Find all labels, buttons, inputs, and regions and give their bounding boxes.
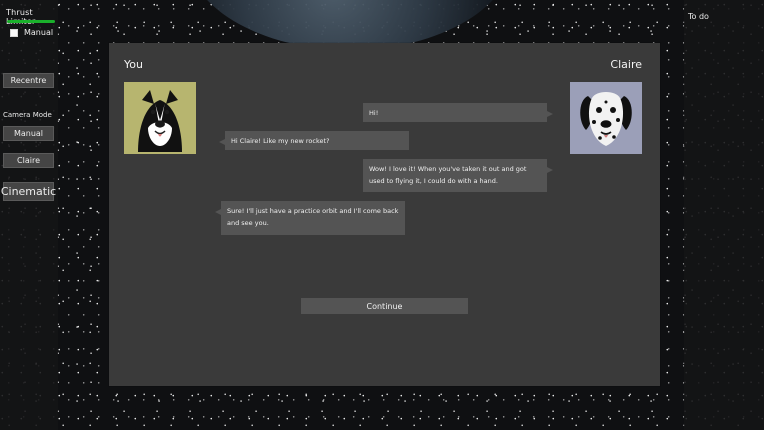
recentre-button[interactable]: Recentre [3,73,54,88]
camera-claire-button[interactable]: Claire [3,153,54,168]
message-bubble-you-1: Hi Claire! Like my new rocket? [219,131,409,150]
dialog-panel: You Claire Hi! Hi Claire! Like my new ro… [109,43,660,386]
continue-button[interactable]: Continue [301,298,468,314]
speaker-claire-label: Claire [610,58,642,71]
message-bubble-you-2: Sure! I'll just have a practice orbit an… [215,201,405,235]
claire-portrait [570,82,642,154]
camera-mode-label: Camera Mode [3,111,52,119]
speaker-you-label: You [124,58,143,71]
thrust-limiter-slider[interactable] [7,20,55,23]
message-bubble-claire-1: Hi! [363,103,553,122]
border-collie-portrait [124,82,196,154]
dalmatian-portrait [570,82,642,154]
left-control-panel: Thrust Limiter Manual Recentre Camera Mo… [0,0,58,430]
camera-manual-button[interactable]: Manual [3,126,54,141]
todo-label: To do [688,12,709,21]
camera-cinematic-button[interactable]: Cinematic [1,182,56,201]
manual-checkbox[interactable] [10,28,18,37]
message-bubble-claire-2: Wow! I love it! When you've taken it out… [363,159,553,192]
thrust-limiter-label: Thrust Limiter [6,8,35,26]
manual-label: Manual [24,28,54,37]
you-portrait [124,82,196,154]
thrust-limiter-fill [7,20,55,23]
right-panel [684,0,764,430]
manual-toggle[interactable]: Manual [10,28,53,37]
